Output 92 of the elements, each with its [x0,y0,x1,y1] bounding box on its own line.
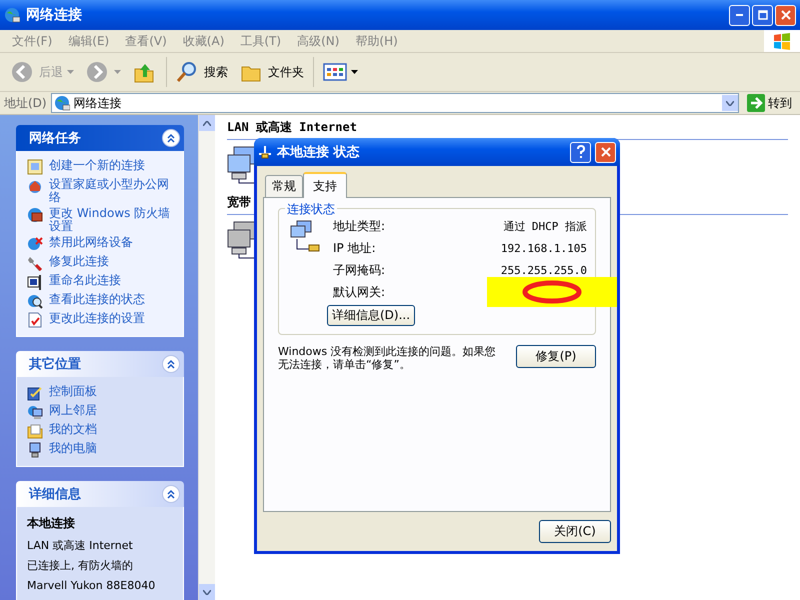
globe-icon [54,95,70,111]
task-link[interactable]: 设置家庭或小型办公网络 [27,178,177,204]
rename-icon [27,274,43,290]
scroll-down-button[interactable] [199,584,215,600]
help-button[interactable] [570,142,591,162]
details-text: 已连接上, 有防火墙的 [27,558,134,574]
scribble-mark [522,280,582,304]
minimize-icon [736,14,743,16]
documents-folder-icon [27,423,43,439]
field-value: 255.255.255.0 [500,264,587,276]
help-icon [574,145,586,159]
close-icon [600,147,610,157]
menu-item[interactable]: 文件(F) [6,32,58,50]
details-text: Marvell Yukon 88E8040 [27,578,156,594]
details-button[interactable]: 详细信息(D)... [327,305,416,326]
new-connection-icon [27,159,43,175]
globe-icon [4,7,20,23]
document-check-icon [27,312,43,328]
menu-item[interactable]: 收藏(A) [176,32,230,50]
firewall-icon [27,207,43,223]
task-link[interactable]: 重命名此连接 [27,274,177,290]
address-field[interactable]: 网络连接 [50,93,739,113]
panel-title: 详细信息 [29,486,81,503]
close-button[interactable] [775,4,796,26]
dialog-title: 本地连接 状态 [277,144,361,161]
field-label: 默认网关: [333,284,386,300]
computer-icon [27,442,43,458]
wrench-icon [27,255,43,271]
close-button[interactable] [595,142,616,162]
field-value: 192.168.1.105 [500,242,587,254]
task-link[interactable]: 控制面板 [27,385,177,401]
collapse-button[interactable] [162,129,180,147]
caret-up-icon [203,120,211,126]
task-link[interactable]: 查看此连接的状态 [27,293,177,309]
go-button[interactable]: 转到 [743,94,796,112]
caret-icon [726,100,734,106]
view-grid-icon [323,61,347,83]
address-label: 地址(D) [4,94,47,112]
disable-network-icon [27,236,43,252]
close-icon [780,10,790,20]
magnifier-globe-icon [27,293,43,309]
home-network-icon [27,178,43,194]
dropdown-caret-icon [67,70,74,74]
collapse-button[interactable] [162,355,180,373]
close-dialog-button[interactable]: 关闭(C) [539,520,611,543]
task-link[interactable]: 更改 Windows 防火墙设置 [27,207,177,233]
dropdown-caret-icon [114,70,121,74]
field-label: 子网掩码: [333,262,386,278]
field-label: 地址类型: [333,218,386,234]
menu-item[interactable]: 工具(T) [234,32,288,50]
double-chevron-up-icon [166,359,176,369]
task-link[interactable]: 网上邻居 [27,404,177,420]
go-arrow-icon [747,94,765,112]
folders-button[interactable]: 文件夹 [237,59,307,85]
maximize-icon [758,10,768,20]
details-heading: 本地连接 [27,515,76,532]
details-text: LAN 或高速 Internet [27,538,134,554]
task-link[interactable]: 修复此连接 [27,255,177,271]
menu-item[interactable]: 高级(N) [291,32,346,50]
field-label: IP 地址: [333,240,376,256]
panel-title: 其它位置 [29,356,81,373]
network-globe-icon [27,404,43,420]
menu-item[interactable]: 帮助(H) [349,32,404,50]
task-link[interactable]: 我的文档 [27,423,177,439]
windows-flag-icon [772,32,792,50]
tab[interactable]: 常规 [265,175,303,197]
search-button[interactable]: 搜索 [173,59,231,85]
task-link[interactable]: 更改此连接的设置 [27,312,177,328]
group-title: 连接状态 [285,201,337,218]
minimize-button[interactable] [729,4,750,26]
field-value: 通过 DHCP 指派 [503,218,587,234]
menu-item[interactable]: 查看(V) [119,32,173,50]
panel-title: 网络任务 [29,130,81,147]
scroll-up-button[interactable] [199,115,215,131]
caret-down-icon [203,590,211,594]
task-link[interactable]: 我的电脑 [27,442,177,458]
repair-button[interactable]: 修复(P) [516,345,596,368]
collapse-button[interactable] [162,485,180,503]
network-plug-icon [257,144,273,160]
status-message: Windows 没有检测到此连接的问题。如果您无法连接，请单击“修复”。 [278,345,497,371]
task-link[interactable]: 创建一个新的连接 [27,159,177,175]
maximize-button[interactable] [752,4,773,26]
window-title: 网络连接 [26,6,83,24]
tab[interactable]: 支持 [303,172,347,198]
scrollbar[interactable] [198,115,215,600]
double-chevron-up-icon [166,489,176,499]
control-panel-icon [27,385,43,401]
task-link[interactable]: 禁用此网络设备 [27,236,177,252]
double-chevron-up-icon [166,133,176,143]
menu-item[interactable]: 编辑(E) [62,32,116,50]
dropdown-button[interactable] [722,95,738,111]
dropdown-caret-icon [351,70,358,74]
